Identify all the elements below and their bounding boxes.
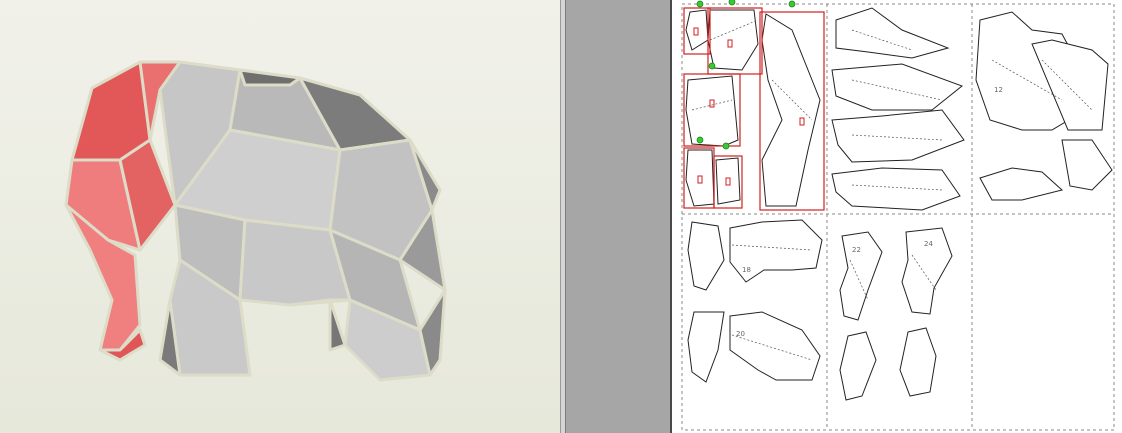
part-number: 20 [736, 330, 745, 338]
unfolded-parts-layout[interactable]: 12 18 20 22 24 [672, 0, 1122, 433]
part-number: 12 [994, 86, 1003, 94]
elephant-3d-model-icon[interactable] [0, 0, 560, 433]
part-number: 24 [924, 240, 933, 248]
3d-viewport[interactable] [0, 0, 560, 433]
paper-sheet[interactable]: 12 18 20 22 24 [670, 0, 1122, 433]
part-number: 18 [742, 266, 751, 274]
elephant-body[interactable] [158, 60, 447, 382]
2d-layout-view[interactable]: 12 18 20 22 24 [566, 0, 1122, 433]
part-number: 22 [852, 246, 861, 254]
